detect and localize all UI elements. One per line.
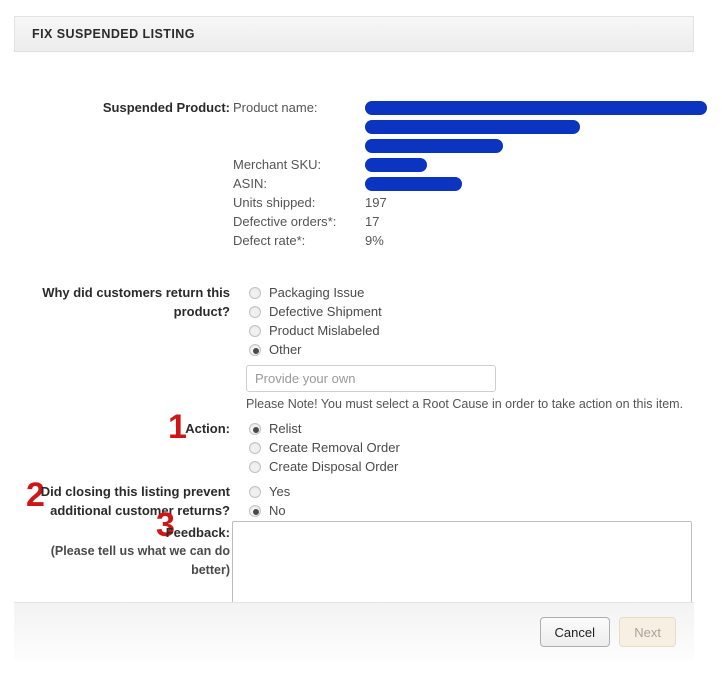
product-detail-key: Units shipped:	[233, 195, 316, 210]
why-return-option[interactable]: Defective Shipment	[249, 302, 549, 321]
product-detail-value: 9%	[365, 233, 384, 248]
product-detail-key: Defect rate*:	[233, 233, 306, 248]
action-option[interactable]: Relist	[249, 419, 549, 438]
cancel-button[interactable]: Cancel	[539, 617, 610, 647]
action-option[interactable]: Create Disposal Order	[249, 457, 549, 476]
panel-header: FIX SUSPENDED LISTING	[14, 16, 694, 52]
why-return-option[interactable]: Product Mislabeled	[249, 321, 549, 340]
product-detail-key: ASIN:	[233, 176, 267, 191]
product-detail-row: Product name:	[233, 98, 707, 117]
why-return-option[interactable]: Other	[249, 340, 549, 359]
feedback-label: Feedback: (Please tell us what we can do…	[14, 523, 230, 580]
action-option-label: Relist	[269, 421, 302, 436]
page-title: FIX SUSPENDED LISTING	[32, 27, 195, 41]
prevent-returns-option[interactable]: No	[249, 501, 549, 520]
radio-button-icon[interactable]	[249, 423, 261, 435]
radio-button-icon[interactable]	[249, 344, 261, 356]
suspended-product-label: Suspended Product:	[102, 100, 230, 115]
product-details-list: Product name: Merchant SKU: ASIN: Units shi…	[233, 98, 707, 250]
why-return-radio-group[interactable]: Packaging Issue Defective Shipment Product…	[249, 283, 549, 359]
redaction-bar	[365, 158, 427, 172]
why-return-option-label: Defective Shipment	[269, 304, 382, 319]
action-label: Action:	[185, 421, 230, 436]
prevent-returns-option-label: No	[269, 503, 286, 518]
product-detail-key: Product name:	[233, 100, 318, 115]
product-detail-key: Defective orders*:	[233, 214, 337, 229]
product-detail-row: Units shipped: 197	[233, 193, 703, 212]
product-detail-row: Merchant SKU:	[233, 155, 703, 174]
page-root: FIX SUSPENDED LISTING Suspended Product:…	[0, 0, 722, 676]
feedback-sublabel: (Please tell us what we can do better)	[50, 544, 230, 577]
radio-button-icon[interactable]	[249, 287, 261, 299]
form-body: Suspended Product: Product name: Merchant…	[14, 52, 707, 631]
prevent-returns-option-label: Yes	[269, 484, 291, 499]
radio-button-icon[interactable]	[249, 486, 261, 498]
prevent-returns-label: Did closing this listing prevent additio…	[40, 484, 230, 518]
root-cause-note: Please Note! You must select a Root Caus…	[246, 397, 684, 411]
radio-button-icon[interactable]	[249, 461, 261, 473]
why-return-option-label: Product Mislabeled	[269, 323, 380, 338]
radio-button-icon[interactable]	[249, 325, 261, 337]
redaction-bar	[365, 120, 580, 134]
why-return-label: Why did customers return this product?	[42, 285, 230, 319]
radio-button-icon[interactable]	[249, 505, 261, 517]
radio-button-icon[interactable]	[249, 306, 261, 318]
action-option-label: Create Removal Order	[269, 440, 400, 455]
other-reason-input-wrap	[246, 365, 496, 392]
redaction-bar	[365, 177, 462, 191]
product-detail-row	[233, 136, 703, 155]
product-detail-value: 197	[365, 195, 387, 210]
product-detail-row: Defective orders*: 17	[233, 212, 703, 231]
product-detail-key: Merchant SKU:	[233, 157, 322, 172]
action-option[interactable]: Create Removal Order	[249, 438, 549, 457]
why-return-option-label: Other	[269, 342, 302, 357]
next-button[interactable]: Next	[619, 617, 676, 647]
redaction-bar	[365, 139, 503, 153]
feedback-label-text: Feedback:	[165, 525, 230, 540]
action-radio-group[interactable]: Relist Create Removal Order Create Disposa…	[249, 419, 549, 476]
why-return-option-label: Packaging Issue	[269, 285, 365, 300]
product-detail-row	[233, 117, 703, 136]
why-return-option[interactable]: Packaging Issue	[249, 283, 549, 302]
radio-button-icon[interactable]	[249, 442, 261, 454]
product-detail-row: Defect rate*: 9%	[233, 231, 703, 250]
product-detail-value: 17	[365, 214, 380, 229]
prevent-returns-option[interactable]: Yes	[249, 482, 549, 501]
fix-suspended-listing-panel: FIX SUSPENDED LISTING Suspended Product:…	[14, 16, 707, 660]
redaction-bar	[365, 101, 707, 115]
panel-footer: Cancel Next	[14, 602, 694, 660]
prevent-returns-radio-group[interactable]: Yes No	[249, 482, 549, 520]
product-detail-row: ASIN:	[233, 174, 703, 193]
action-option-label: Create Disposal Order	[269, 459, 399, 474]
other-reason-input[interactable]	[246, 365, 496, 392]
